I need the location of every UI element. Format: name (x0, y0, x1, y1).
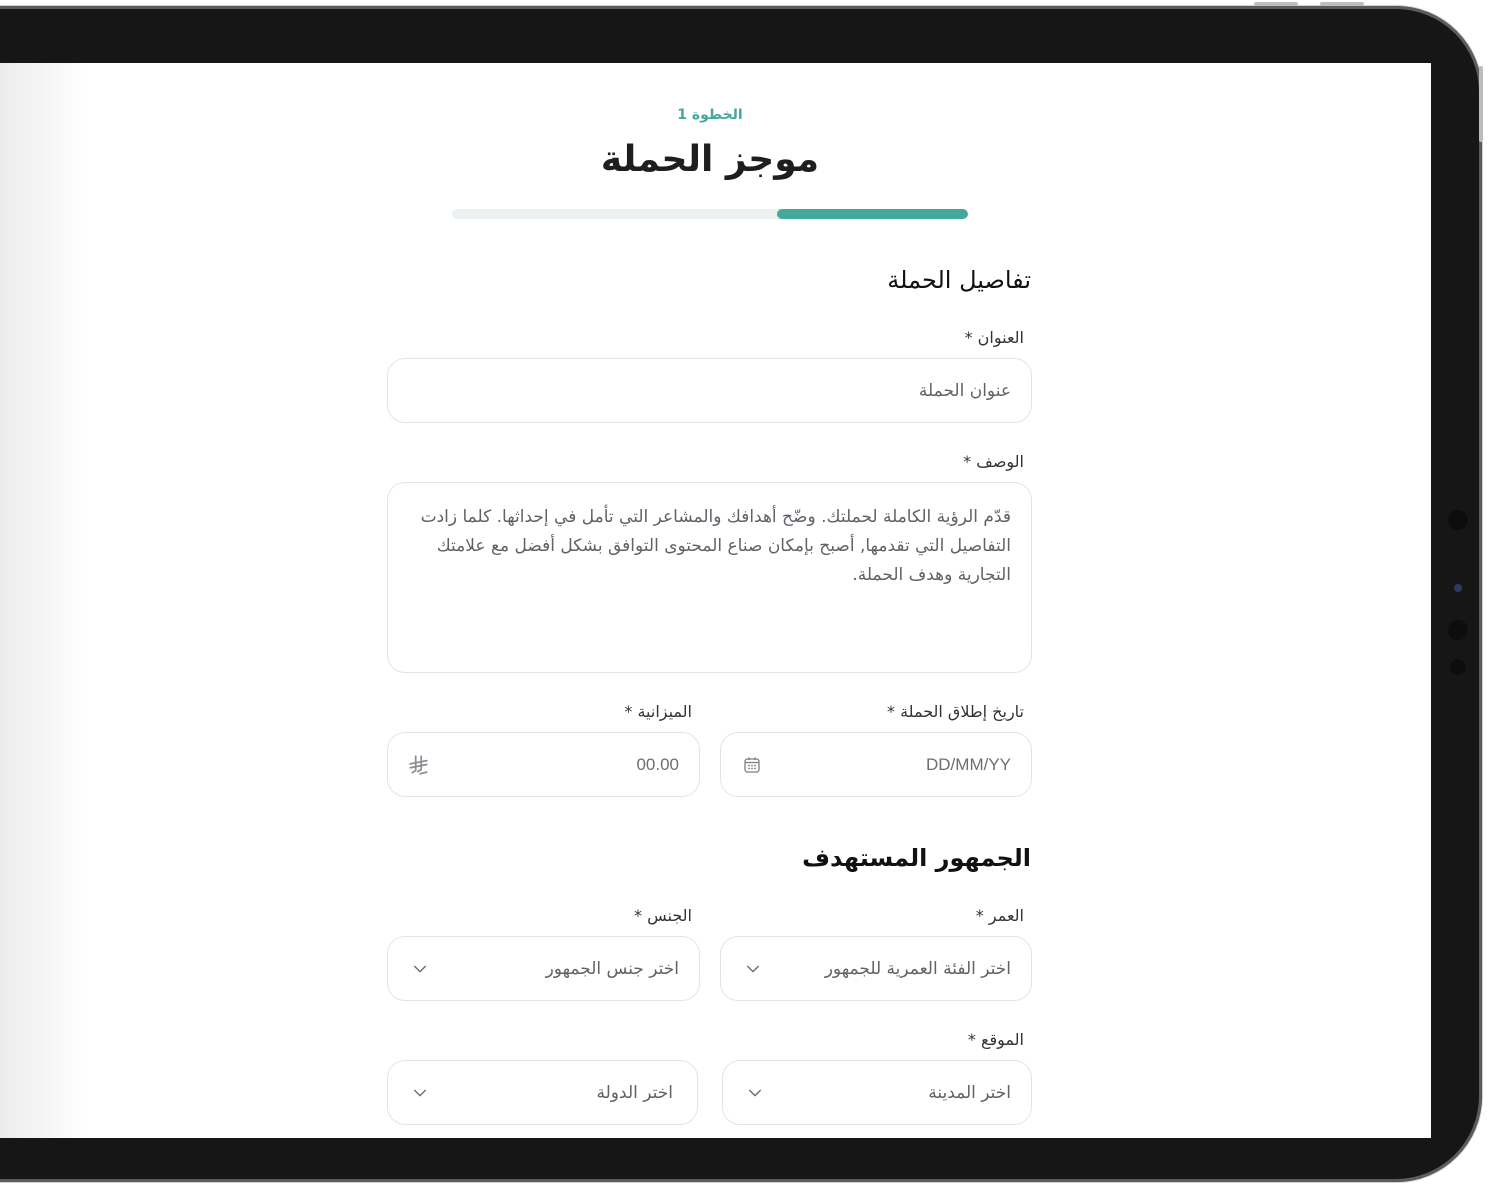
tablet-frame: الخطوة 1 موجز الحملة تفاصيل الحملة العنو… (0, 2, 1483, 1182)
calendar-icon[interactable] (743, 756, 761, 774)
location-label: الموقع * (967, 1030, 1024, 1049)
chevron-down-icon[interactable] (412, 961, 428, 977)
chevron-down-icon[interactable] (745, 961, 761, 977)
progress-fill (777, 209, 968, 219)
title-input-placeholder: عنوان الحملة (918, 380, 1011, 401)
age-select-value: اختر الفئة العمرية للجمهور (824, 958, 1011, 979)
side-button (1479, 66, 1483, 142)
power-button (1320, 2, 1364, 6)
title-label: العنوان * (964, 328, 1024, 347)
budget-input[interactable]: 00.00 (387, 732, 700, 797)
city-select[interactable]: اختر المدينة (722, 1060, 1032, 1125)
sensor-dot (1454, 584, 1462, 592)
age-label: العمر * (975, 906, 1024, 925)
budget-placeholder: 00.00 (636, 754, 679, 774)
progress-bar (452, 209, 968, 219)
description-placeholder: قدّم الرؤية الكاملة لحملتك. وضّح أهدافك … (420, 507, 1011, 585)
age-select[interactable]: اختر الفئة العمرية للجمهور (720, 936, 1032, 1001)
city-select-value: اختر المدينة (928, 1082, 1011, 1103)
camera-dot (1448, 510, 1468, 530)
screen: الخطوة 1 موجز الحملة تفاصيل الحملة العنو… (0, 63, 1431, 1138)
riyal-icon (409, 754, 428, 775)
launch-date-placeholder: DD/MM/YY (926, 754, 1011, 774)
section-title-campaign-details: تفاصيل الحملة (887, 266, 1031, 294)
camera-dot (1448, 620, 1468, 640)
gender-select-value: اختر جنس الجمهور (545, 958, 679, 979)
title-input[interactable]: عنوان الحملة (387, 358, 1032, 423)
volume-button (1254, 2, 1298, 6)
screen-edge-shade (0, 63, 90, 1138)
page-title: موجز الحملة (600, 139, 820, 180)
gender-select[interactable]: اختر جنس الجمهور (387, 936, 700, 1001)
step-label: الخطوة 1 (677, 107, 743, 123)
launch-date-label: تاريخ إطلاق الحملة * (886, 702, 1024, 721)
description-label: الوصف * (963, 452, 1024, 471)
description-textarea[interactable]: قدّم الرؤية الكاملة لحملتك. وضّح أهدافك … (387, 482, 1032, 673)
gender-label: الجنس * (634, 906, 692, 925)
launch-date-input[interactable]: DD/MM/YY (720, 732, 1032, 797)
chevron-down-icon[interactable] (412, 1085, 428, 1101)
section-title-target-audience: الجمهور المستهدف (802, 844, 1031, 872)
sensor-dot (1450, 659, 1466, 675)
budget-label: الميزانية * (624, 702, 692, 721)
chevron-down-icon[interactable] (747, 1085, 763, 1101)
country-select-value: اختر الدولة (596, 1082, 673, 1103)
country-select[interactable]: اختر الدولة (387, 1060, 698, 1125)
